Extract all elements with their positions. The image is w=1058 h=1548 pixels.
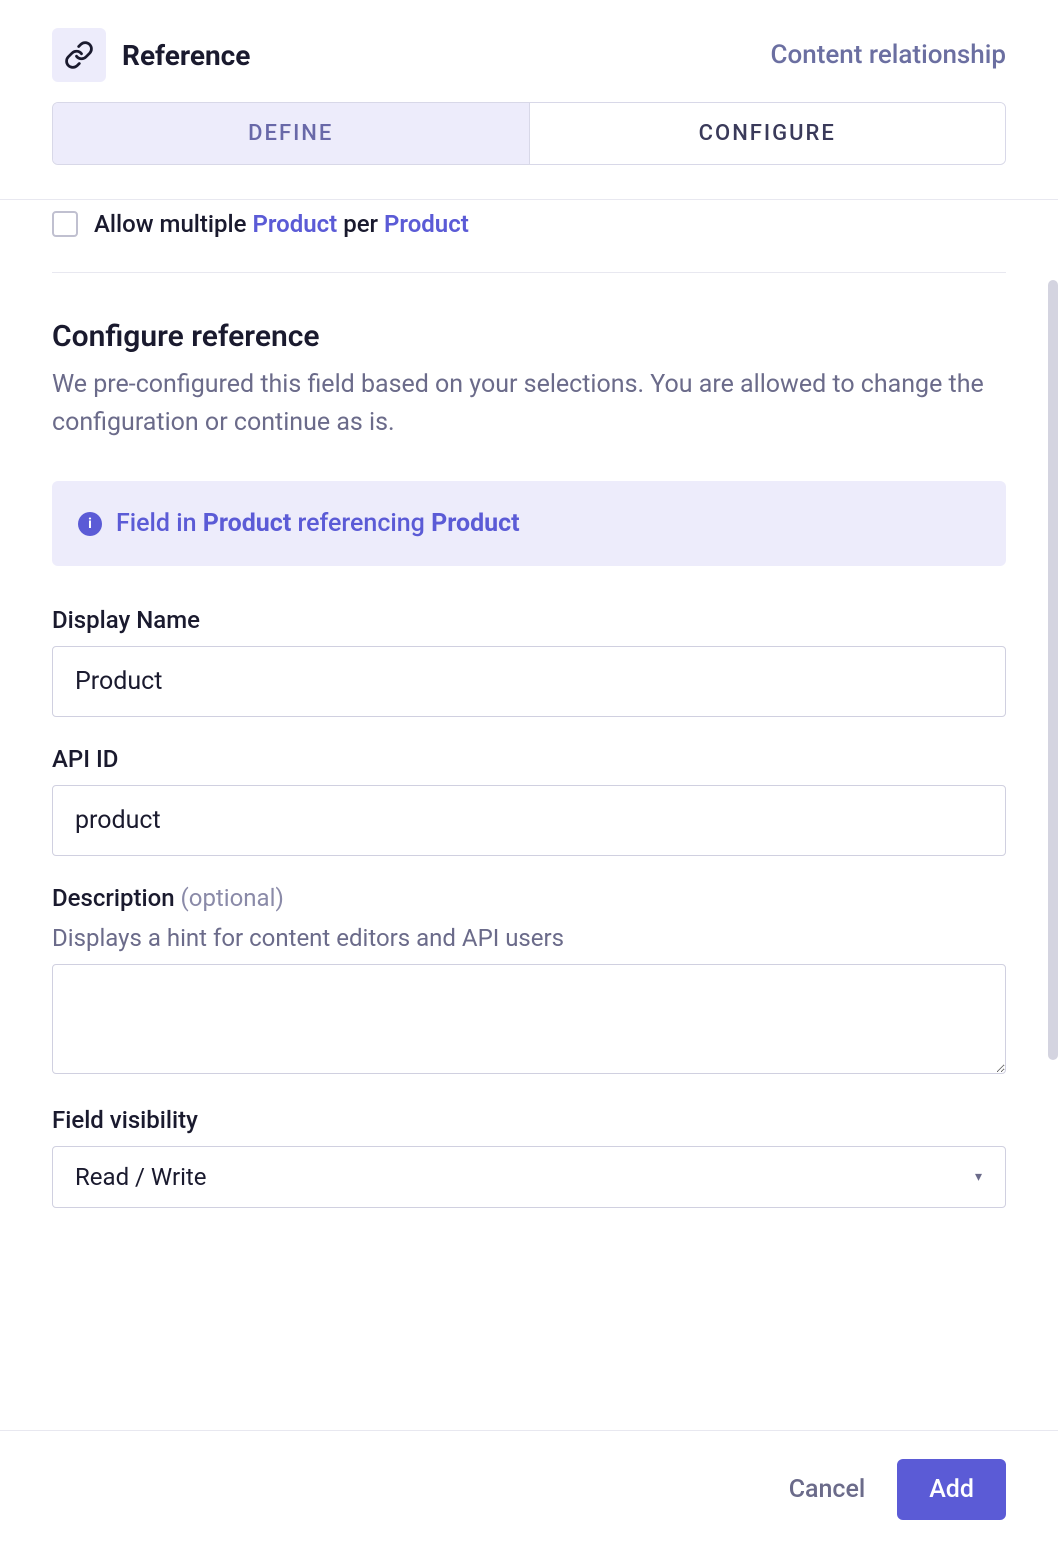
tab-configure[interactable]: CONFIGURE [530, 103, 1006, 164]
tab-define[interactable]: DEFINE [53, 103, 529, 164]
add-button[interactable]: Add [897, 1459, 1006, 1520]
link-icon [52, 28, 106, 82]
section-title: Configure reference [52, 319, 1006, 354]
api-id-label: API ID [52, 745, 1006, 773]
info-box: i Field in Product referencing Product [52, 481, 1006, 566]
checkbox-mid: per [337, 210, 384, 238]
display-name-group: Display Name [52, 606, 1006, 717]
description-optional: (optional) [181, 884, 284, 912]
dialog-header: Reference Content relationship [0, 0, 1058, 102]
scrollbar-thumb[interactable] [1048, 280, 1058, 1060]
header-subtitle: Content relationship [771, 40, 1006, 70]
allow-multiple-label: Allow multiple Product per Product [94, 210, 469, 238]
content: Allow multiple Product per Product Confi… [0, 200, 1058, 1208]
divider [52, 272, 1006, 273]
visibility-label: Field visibility [52, 1106, 1006, 1134]
allow-multiple-row: Allow multiple Product per Product [52, 200, 1006, 272]
info-icon: i [78, 512, 102, 536]
api-id-input[interactable] [52, 785, 1006, 856]
description-hint: Displays a hint for content editors and … [52, 924, 1006, 952]
description-group: Description (optional) Displays a hint f… [52, 884, 1006, 1078]
visibility-select-wrap: Read / Write ▾ [52, 1146, 1006, 1208]
info-text: Field in Product referencing Product [116, 509, 520, 538]
info-mid: referencing [291, 509, 431, 538]
cancel-button[interactable]: Cancel [785, 1461, 870, 1518]
info-model2: Product [431, 509, 520, 538]
checkbox-model2: Product [384, 210, 469, 238]
checkbox-model1: Product [252, 210, 337, 238]
section-desc: We pre-configured this field based on yo… [52, 366, 1006, 441]
footer: Cancel Add [0, 1430, 1058, 1548]
visibility-select[interactable]: Read / Write [52, 1146, 1006, 1208]
info-model1: Product [203, 509, 292, 538]
visibility-group: Field visibility Read / Write ▾ [52, 1106, 1006, 1208]
description-label: Description (optional) [52, 884, 1006, 912]
header-title: Reference [122, 39, 250, 72]
checkbox-prefix: Allow multiple [94, 210, 252, 238]
description-input[interactable] [52, 964, 1006, 1074]
description-label-text: Description [52, 884, 181, 912]
display-name-input[interactable] [52, 646, 1006, 717]
header-left: Reference [52, 28, 250, 82]
display-name-label: Display Name [52, 606, 1006, 634]
info-prefix: Field in [116, 509, 203, 538]
tabs: DEFINE CONFIGURE [52, 102, 1006, 165]
api-id-group: API ID [52, 745, 1006, 856]
allow-multiple-checkbox[interactable] [52, 211, 78, 237]
